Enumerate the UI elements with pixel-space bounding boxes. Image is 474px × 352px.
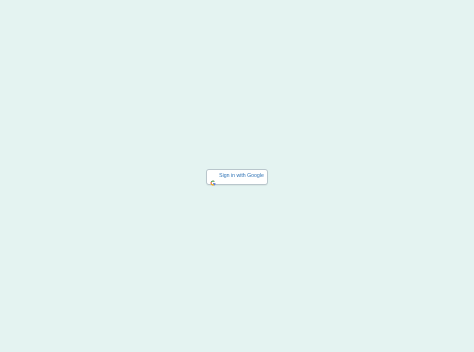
sign-in-with-google-button[interactable]: Sign in with Google: [206, 169, 268, 186]
sign-in-label: Sign in with Google: [219, 173, 264, 180]
page-background: Sign in with Google: [0, 0, 474, 352]
google-g-icon: [210, 174, 216, 186]
